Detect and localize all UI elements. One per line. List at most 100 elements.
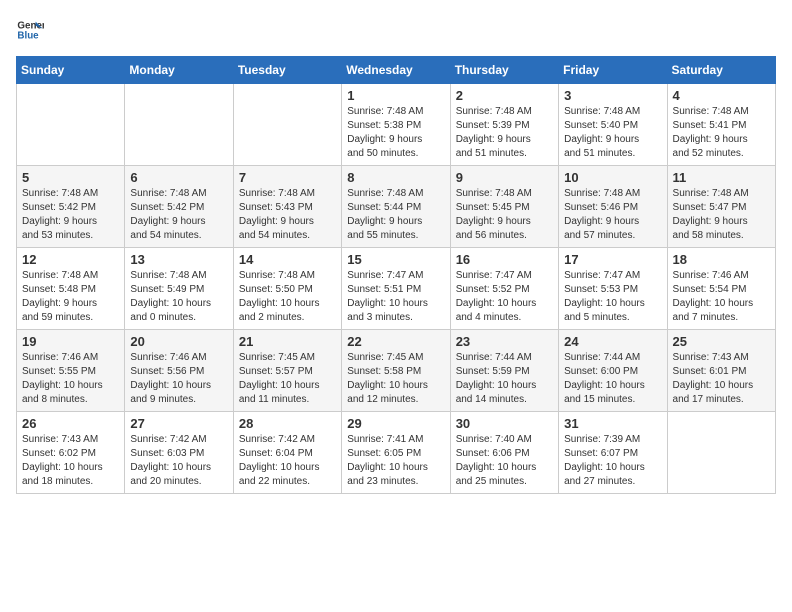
- day-info: Sunrise: 7:48 AM Sunset: 5:41 PM Dayligh…: [673, 105, 770, 161]
- day-number: 19: [22, 334, 119, 349]
- day-cell: 8Sunrise: 7:48 AM Sunset: 5:44 PM Daylig…: [342, 166, 450, 248]
- day-cell: 14 Sunrise: 7:48 AM Sunset: 5:50 PM Dayli…: [233, 248, 341, 330]
- day-cell: 27 Sunrise: 7:42 AM Sunset: 6:03 PM Dayli…: [125, 412, 233, 494]
- day-number: 30: [456, 416, 553, 431]
- day-number: 28: [239, 416, 336, 431]
- day-info: Sunrise: 7:41 AM Sunset: 6:05 PM Dayligh…: [347, 433, 444, 489]
- col-header-thursday: Thursday: [450, 57, 558, 84]
- header-row: SundayMondayTuesdayWednesdayThursdayFrid…: [17, 57, 776, 84]
- week-row-4: 19 Sunrise: 7:46 AM Sunset: 5:55 PM Dayli…: [17, 330, 776, 412]
- day-info: Sunrise: 7:46 AM Sunset: 5:56 PM Dayligh…: [130, 351, 227, 407]
- day-info: Sunrise: 7:47 AM Sunset: 5:51 PM Dayligh…: [347, 269, 444, 325]
- col-header-friday: Friday: [559, 57, 667, 84]
- day-cell: 4 Sunrise: 7:48 AM Sunset: 5:41 PM Daylig…: [667, 84, 775, 166]
- day-cell: 7 Sunrise: 7:48 AM Sunset: 5:43 PM Daylig…: [233, 166, 341, 248]
- week-row-3: 12 Sunrise: 7:48 AM Sunset: 5:48 PM Dayli…: [17, 248, 776, 330]
- calendar-table: SundayMondayTuesdayWednesdayThursdayFrid…: [16, 56, 776, 494]
- day-info: Sunrise: 7:45 AM Sunset: 5:57 PM Dayligh…: [239, 351, 336, 407]
- day-cell: 31 Sunrise: 7:39 AM Sunset: 6:07 PM Dayli…: [559, 412, 667, 494]
- col-header-sunday: Sunday: [17, 57, 125, 84]
- col-header-saturday: Saturday: [667, 57, 775, 84]
- svg-text:Blue: Blue: [17, 30, 39, 41]
- day-info: Sunrise: 7:39 AM Sunset: 6:07 PM Dayligh…: [564, 433, 661, 489]
- page-header: General Blue: [16, 16, 776, 44]
- day-cell: 9Sunrise: 7:48 AM Sunset: 5:45 PM Daylig…: [450, 166, 558, 248]
- day-number: 4: [673, 88, 770, 103]
- day-info: Sunrise: 7:44 AM Sunset: 6:00 PM Dayligh…: [564, 351, 661, 407]
- day-info: Sunrise: 7:47 AM Sunset: 5:52 PM Dayligh…: [456, 269, 553, 325]
- day-cell: 30Sunrise: 7:40 AM Sunset: 6:06 PM Dayli…: [450, 412, 558, 494]
- day-cell: 16Sunrise: 7:47 AM Sunset: 5:52 PM Dayli…: [450, 248, 558, 330]
- day-info: Sunrise: 7:46 AM Sunset: 5:55 PM Dayligh…: [22, 351, 119, 407]
- day-number: 13: [130, 252, 227, 267]
- day-cell: 23 Sunrise: 7:44 AM Sunset: 5:59 PM Dayli…: [450, 330, 558, 412]
- day-number: 14: [239, 252, 336, 267]
- day-number: 31: [564, 416, 661, 431]
- day-number: 10: [564, 170, 661, 185]
- day-cell: 12 Sunrise: 7:48 AM Sunset: 5:48 PM Dayli…: [17, 248, 125, 330]
- day-info: Sunrise: 7:48 AM Sunset: 5:42 PM Dayligh…: [22, 187, 119, 243]
- day-number: 2: [456, 88, 553, 103]
- day-cell: [125, 84, 233, 166]
- day-number: 25: [673, 334, 770, 349]
- day-number: 11: [673, 170, 770, 185]
- day-number: 29: [347, 416, 444, 431]
- logo-icon: General Blue: [16, 16, 44, 44]
- day-number: 21: [239, 334, 336, 349]
- week-row-2: 5 Sunrise: 7:48 AM Sunset: 5:42 PM Daylig…: [17, 166, 776, 248]
- day-info: Sunrise: 7:48 AM Sunset: 5:44 PM Dayligh…: [347, 187, 444, 243]
- col-header-tuesday: Tuesday: [233, 57, 341, 84]
- day-info: Sunrise: 7:42 AM Sunset: 6:04 PM Dayligh…: [239, 433, 336, 489]
- day-info: Sunrise: 7:42 AM Sunset: 6:03 PM Dayligh…: [130, 433, 227, 489]
- day-cell: 6 Sunrise: 7:48 AM Sunset: 5:42 PM Daylig…: [125, 166, 233, 248]
- day-number: 5: [22, 170, 119, 185]
- day-info: Sunrise: 7:48 AM Sunset: 5:42 PM Dayligh…: [130, 187, 227, 243]
- day-number: 9: [456, 170, 553, 185]
- day-number: 24: [564, 334, 661, 349]
- week-row-5: 26 Sunrise: 7:43 AM Sunset: 6:02 PM Dayli…: [17, 412, 776, 494]
- day-cell: 22Sunrise: 7:45 AM Sunset: 5:58 PM Dayli…: [342, 330, 450, 412]
- day-info: Sunrise: 7:48 AM Sunset: 5:50 PM Dayligh…: [239, 269, 336, 325]
- day-number: 1: [347, 88, 444, 103]
- day-number: 6: [130, 170, 227, 185]
- logo: General Blue: [16, 16, 44, 44]
- day-info: Sunrise: 7:48 AM Sunset: 5:39 PM Dayligh…: [456, 105, 553, 161]
- day-info: Sunrise: 7:45 AM Sunset: 5:58 PM Dayligh…: [347, 351, 444, 407]
- day-cell: [17, 84, 125, 166]
- day-info: Sunrise: 7:43 AM Sunset: 6:01 PM Dayligh…: [673, 351, 770, 407]
- day-info: Sunrise: 7:48 AM Sunset: 5:47 PM Dayligh…: [673, 187, 770, 243]
- day-info: Sunrise: 7:48 AM Sunset: 5:38 PM Dayligh…: [347, 105, 444, 161]
- day-cell: 2 Sunrise: 7:48 AM Sunset: 5:39 PM Daylig…: [450, 84, 558, 166]
- day-cell: 21 Sunrise: 7:45 AM Sunset: 5:57 PM Dayli…: [233, 330, 341, 412]
- day-info: Sunrise: 7:48 AM Sunset: 5:46 PM Dayligh…: [564, 187, 661, 243]
- day-info: Sunrise: 7:48 AM Sunset: 5:49 PM Dayligh…: [130, 269, 227, 325]
- day-info: Sunrise: 7:46 AM Sunset: 5:54 PM Dayligh…: [673, 269, 770, 325]
- day-cell: 11 Sunrise: 7:48 AM Sunset: 5:47 PM Dayli…: [667, 166, 775, 248]
- day-info: Sunrise: 7:48 AM Sunset: 5:40 PM Dayligh…: [564, 105, 661, 161]
- day-cell: 25 Sunrise: 7:43 AM Sunset: 6:01 PM Dayli…: [667, 330, 775, 412]
- day-cell: [233, 84, 341, 166]
- day-cell: 1 Sunrise: 7:48 AM Sunset: 5:38 PM Daylig…: [342, 84, 450, 166]
- day-info: Sunrise: 7:47 AM Sunset: 5:53 PM Dayligh…: [564, 269, 661, 325]
- week-row-1: 1 Sunrise: 7:48 AM Sunset: 5:38 PM Daylig…: [17, 84, 776, 166]
- day-cell: [667, 412, 775, 494]
- day-info: Sunrise: 7:44 AM Sunset: 5:59 PM Dayligh…: [456, 351, 553, 407]
- day-number: 7: [239, 170, 336, 185]
- day-number: 3: [564, 88, 661, 103]
- day-number: 27: [130, 416, 227, 431]
- day-number: 12: [22, 252, 119, 267]
- day-cell: 10 Sunrise: 7:48 AM Sunset: 5:46 PM Dayli…: [559, 166, 667, 248]
- day-info: Sunrise: 7:48 AM Sunset: 5:43 PM Dayligh…: [239, 187, 336, 243]
- day-cell: 28 Sunrise: 7:42 AM Sunset: 6:04 PM Dayli…: [233, 412, 341, 494]
- day-number: 23: [456, 334, 553, 349]
- day-cell: 19 Sunrise: 7:46 AM Sunset: 5:55 PM Dayli…: [17, 330, 125, 412]
- day-info: Sunrise: 7:48 AM Sunset: 5:48 PM Dayligh…: [22, 269, 119, 325]
- day-number: 20: [130, 334, 227, 349]
- day-number: 18: [673, 252, 770, 267]
- day-number: 17: [564, 252, 661, 267]
- day-number: 26: [22, 416, 119, 431]
- day-cell: 3 Sunrise: 7:48 AM Sunset: 5:40 PM Daylig…: [559, 84, 667, 166]
- col-header-wednesday: Wednesday: [342, 57, 450, 84]
- day-info: Sunrise: 7:43 AM Sunset: 6:02 PM Dayligh…: [22, 433, 119, 489]
- day-cell: 13 Sunrise: 7:48 AM Sunset: 5:49 PM Dayli…: [125, 248, 233, 330]
